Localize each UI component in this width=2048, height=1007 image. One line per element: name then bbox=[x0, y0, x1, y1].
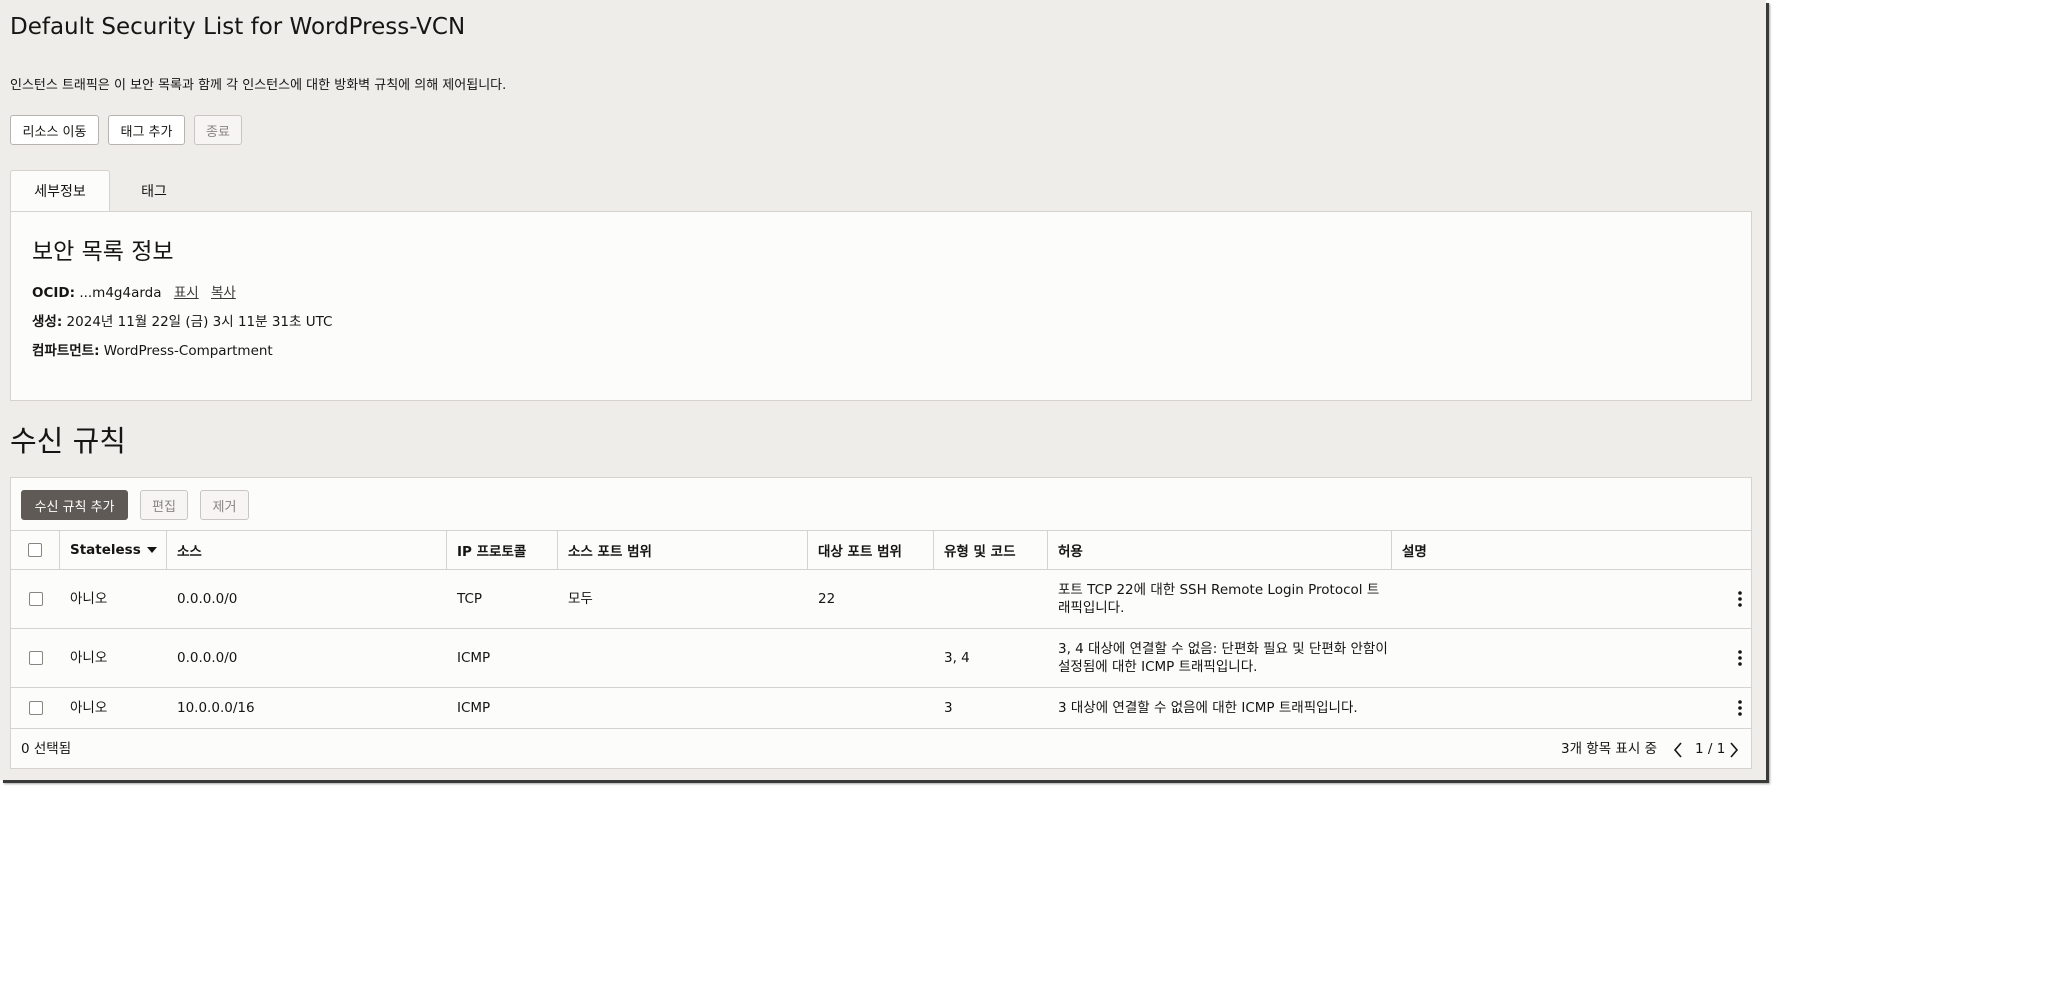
header-allows: 허용 bbox=[1048, 531, 1392, 569]
select-all-checkbox[interactable] bbox=[28, 543, 42, 557]
protocol-cell: ICMP bbox=[457, 700, 491, 716]
header-source: 소스 bbox=[167, 531, 447, 569]
header-dest-port: 대상 포트 범위 bbox=[808, 531, 934, 569]
terminate-button[interactable]: 종료 bbox=[194, 115, 242, 145]
created-label: 생성: bbox=[32, 314, 63, 330]
row-actions-menu-icon[interactable] bbox=[1737, 699, 1743, 717]
copy-ocid-link[interactable]: 복사 bbox=[211, 285, 236, 301]
compartment-label: 컴파트먼트: bbox=[32, 343, 100, 359]
header-stateless[interactable]: Stateless bbox=[60, 531, 167, 569]
tab-tags[interactable]: 태그 bbox=[118, 170, 190, 211]
compartment-value: WordPress-Compartment bbox=[103, 343, 273, 359]
row-checkbox[interactable] bbox=[28, 651, 43, 665]
ocid-value: ...m4g4arda bbox=[79, 285, 162, 301]
compartment-row: 컴파트먼트: WordPress-Compartment bbox=[32, 339, 273, 359]
page-indicator: 1 / 1 bbox=[1695, 741, 1726, 757]
table-row: 아니오 0.0.0.0/0 TCP 모두 22 포트 TCP 22에 대한 SS… bbox=[11, 570, 1751, 629]
stateless-cell: 아니오 bbox=[70, 700, 108, 716]
header-select-all bbox=[11, 531, 60, 569]
type-code-cell: 3 bbox=[944, 700, 953, 716]
source-cell: 0.0.0.0/0 bbox=[177, 650, 238, 666]
type-code-cell bbox=[934, 570, 944, 628]
stateless-cell: 아니오 bbox=[70, 591, 108, 607]
ingress-rules-title: 수신 규칙 bbox=[10, 424, 126, 458]
header-source-port: 소스 포트 범위 bbox=[558, 531, 808, 569]
page-description: 인스턴스 트래픽은 이 보안 목록과 함께 각 인스턴스에 대한 방화벽 규칙에… bbox=[10, 78, 507, 93]
source-cell: 0.0.0.0/0 bbox=[177, 591, 238, 607]
move-resource-button[interactable]: 리소스 이동 bbox=[10, 115, 99, 145]
tab-details[interactable]: 세부정보 bbox=[10, 170, 110, 211]
created-value: 2024년 11월 22일 (금) 3시 11분 31초 UTC bbox=[66, 314, 333, 330]
show-ocid-link[interactable]: 표시 bbox=[174, 285, 199, 301]
row-select-cell bbox=[11, 570, 60, 628]
ocid-row: OCID: ...m4g4arda 표시 복사 bbox=[32, 281, 236, 301]
edit-button[interactable]: 편집 bbox=[140, 490, 188, 520]
source-cell: 10.0.0.0/16 bbox=[177, 700, 255, 716]
selected-count: 0 선택됨 bbox=[21, 741, 72, 757]
source-port-cell bbox=[558, 629, 568, 687]
ocid-label: OCID: bbox=[32, 285, 76, 301]
sort-desc-icon bbox=[146, 547, 157, 553]
allows-cell: 3, 4 대상에 연결할 수 없음: 단편화 필요 및 단편화 안함이 설정됨에… bbox=[1058, 641, 1388, 675]
dest-port-cell bbox=[808, 688, 818, 728]
table-row: 아니오 10.0.0.0/16 ICMP 3 3 대상에 연결할 수 없음에 대… bbox=[11, 688, 1751, 729]
dest-port-cell bbox=[808, 629, 818, 687]
stateless-cell: 아니오 bbox=[70, 650, 108, 666]
remove-button[interactable]: 제거 bbox=[200, 490, 249, 520]
table-row: 아니오 0.0.0.0/0 ICMP 3, 4 3, 4 대상에 연결할 수 없… bbox=[11, 629, 1751, 688]
description-cell bbox=[1392, 570, 1402, 628]
showing-count: 3개 항목 표시 중 bbox=[1561, 741, 1657, 757]
add-ingress-rule-button[interactable]: 수신 규칙 추가 bbox=[21, 490, 128, 520]
table-footer: 0 선택됨 3개 항목 표시 중 1 / 1 bbox=[11, 730, 1751, 768]
created-row: 생성: 2024년 11월 22일 (금) 3시 11분 31초 UTC bbox=[32, 310, 332, 330]
chevron-left-icon[interactable] bbox=[1673, 741, 1683, 759]
source-port-cell: 모두 bbox=[568, 591, 593, 607]
description-cell bbox=[1392, 629, 1402, 687]
header-description: 설명 bbox=[1402, 544, 1427, 560]
security-list-info-panel: 보안 목록 정보 OCID: ...m4g4arda 표시 복사 생성: 202… bbox=[10, 211, 1752, 401]
table-header: Stateless 소스 IP 프로토콜 소스 포트 범위 대상 포트 범위 유… bbox=[11, 530, 1751, 570]
protocol-cell: ICMP bbox=[457, 650, 491, 666]
page-title: Default Security List for WordPress-VCN bbox=[10, 14, 466, 40]
allows-cell: 포트 TCP 22에 대한 SSH Remote Login Protocol … bbox=[1058, 582, 1380, 616]
row-select-cell bbox=[11, 688, 60, 728]
row-actions-menu-icon[interactable] bbox=[1737, 649, 1743, 667]
row-actions-menu-icon[interactable] bbox=[1737, 590, 1743, 608]
header-type-code: 유형 및 코드 bbox=[934, 531, 1048, 569]
add-tags-button[interactable]: 태그 추가 bbox=[108, 115, 185, 145]
type-code-cell: 3, 4 bbox=[944, 650, 970, 666]
ingress-rules-table: 수신 규칙 추가 편집 제거 Stateless 소스 IP 프로토콜 소스 포… bbox=[10, 477, 1752, 769]
description-cell bbox=[1392, 688, 1402, 728]
dest-port-cell: 22 bbox=[818, 591, 836, 607]
source-port-cell bbox=[558, 688, 568, 728]
row-select-cell bbox=[11, 629, 60, 687]
allows-cell: 3 대상에 연결할 수 없음에 대한 ICMP 트래픽입니다. bbox=[1058, 700, 1358, 716]
row-checkbox[interactable] bbox=[28, 701, 43, 715]
panel-title: 보안 목록 정보 bbox=[32, 239, 174, 265]
header-ip-protocol: IP 프로토콜 bbox=[447, 531, 558, 569]
protocol-cell: TCP bbox=[457, 591, 483, 607]
row-checkbox[interactable] bbox=[28, 592, 43, 606]
header-stateless-label: Stateless bbox=[70, 542, 141, 558]
chevron-right-icon[interactable] bbox=[1729, 741, 1739, 759]
console-window: Default Security List for WordPress-VCN … bbox=[0, 0, 1766, 780]
